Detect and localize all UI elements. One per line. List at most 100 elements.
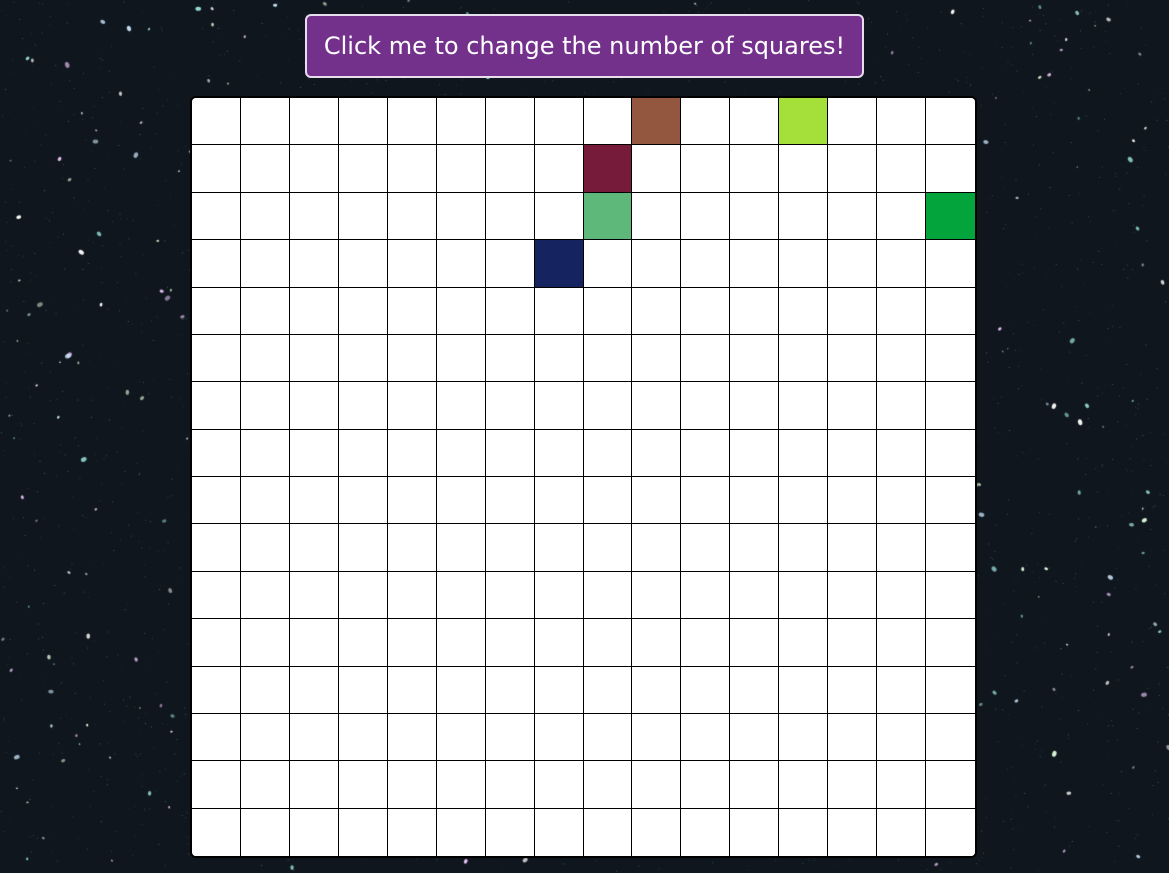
grid-square[interactable]: [534, 619, 584, 667]
grid-square[interactable]: [338, 761, 388, 809]
grid-square[interactable]: [289, 145, 339, 193]
grid-square[interactable]: [436, 808, 486, 856]
grid-square[interactable]: [926, 524, 975, 572]
grid-square[interactable]: [240, 713, 290, 762]
grid-square[interactable]: [583, 477, 633, 525]
grid-square[interactable]: [387, 287, 437, 335]
grid-square[interactable]: [583, 713, 633, 762]
grid-square[interactable]: [828, 666, 878, 714]
grid-square[interactable]: [338, 240, 388, 288]
grid-square[interactable]: [485, 240, 535, 288]
grid-square[interactable]: [779, 334, 829, 383]
grid-square[interactable]: [632, 666, 682, 714]
grid-square[interactable]: [730, 571, 780, 620]
grid-square[interactable]: [338, 98, 388, 146]
grid-square[interactable]: [877, 666, 927, 714]
grid-square[interactable]: [240, 761, 290, 809]
grid-square[interactable]: [240, 666, 290, 714]
grid-square[interactable]: [436, 571, 486, 620]
grid-square[interactable]: [730, 98, 780, 146]
grid-square[interactable]: [926, 477, 975, 525]
grid-square[interactable]: [436, 287, 486, 335]
grid-square[interactable]: [534, 477, 584, 525]
grid-square[interactable]: [632, 145, 682, 193]
grid-square[interactable]: [192, 287, 241, 335]
grid-square[interactable]: [583, 192, 633, 241]
grid-square[interactable]: [779, 192, 829, 241]
grid-square[interactable]: [387, 571, 437, 620]
grid-square[interactable]: [730, 382, 780, 430]
grid-square[interactable]: [485, 619, 535, 667]
grid-square[interactable]: [240, 240, 290, 288]
grid-square[interactable]: [289, 808, 339, 856]
grid-square[interactable]: [436, 477, 486, 525]
grid-square[interactable]: [632, 713, 682, 762]
grid-square[interactable]: [192, 145, 241, 193]
grid-square[interactable]: [730, 334, 780, 383]
grid-square[interactable]: [583, 145, 633, 193]
grid-square[interactable]: [192, 240, 241, 288]
grid-square[interactable]: [877, 145, 927, 193]
grid-square[interactable]: [289, 524, 339, 572]
grid-square[interactable]: [387, 713, 437, 762]
grid-square[interactable]: [779, 429, 829, 477]
grid-square[interactable]: [926, 240, 975, 288]
grid-square[interactable]: [534, 713, 584, 762]
grid-square[interactable]: [730, 240, 780, 288]
grid-square[interactable]: [730, 145, 780, 193]
grid-square[interactable]: [779, 145, 829, 193]
grid-square[interactable]: [779, 713, 829, 762]
grid-square[interactable]: [877, 382, 927, 430]
grid-square[interactable]: [338, 619, 388, 667]
grid-square[interactable]: [240, 524, 290, 572]
grid-square[interactable]: [828, 524, 878, 572]
grid-square[interactable]: [387, 761, 437, 809]
grid-square[interactable]: [681, 382, 731, 430]
grid-square[interactable]: [681, 429, 731, 477]
grid-square[interactable]: [240, 429, 290, 477]
grid-square[interactable]: [240, 334, 290, 383]
grid-square[interactable]: [192, 334, 241, 383]
grid-square[interactable]: [877, 334, 927, 383]
grid-square[interactable]: [681, 287, 731, 335]
grid-square[interactable]: [240, 192, 290, 241]
grid-square[interactable]: [583, 571, 633, 620]
grid-square[interactable]: [877, 98, 927, 146]
grid-square[interactable]: [534, 382, 584, 430]
grid-square[interactable]: [583, 619, 633, 667]
grid-square[interactable]: [338, 713, 388, 762]
grid-square[interactable]: [583, 240, 633, 288]
grid-square[interactable]: [877, 619, 927, 667]
grid-square[interactable]: [877, 524, 927, 572]
grid-square[interactable]: [828, 382, 878, 430]
change-grid-size-button[interactable]: Click me to change the number of squares…: [305, 14, 864, 78]
grid-square[interactable]: [828, 98, 878, 146]
grid-square[interactable]: [583, 382, 633, 430]
grid-square[interactable]: [436, 429, 486, 477]
grid-square[interactable]: [534, 666, 584, 714]
grid-square[interactable]: [436, 334, 486, 383]
grid-square[interactable]: [485, 761, 535, 809]
grid-square[interactable]: [192, 477, 241, 525]
grid-square[interactable]: [192, 192, 241, 241]
grid-square[interactable]: [240, 571, 290, 620]
grid-square[interactable]: [485, 571, 535, 620]
grid-square[interactable]: [289, 713, 339, 762]
grid-square[interactable]: [338, 571, 388, 620]
grid-square[interactable]: [730, 287, 780, 335]
grid-square[interactable]: [534, 240, 584, 288]
grid-square[interactable]: [779, 98, 829, 146]
grid-square[interactable]: [192, 382, 241, 430]
grid-square[interactable]: [436, 524, 486, 572]
grid-square[interactable]: [192, 619, 241, 667]
grid-square[interactable]: [926, 761, 975, 809]
grid-square[interactable]: [681, 619, 731, 667]
grid-square[interactable]: [828, 571, 878, 620]
grid-square[interactable]: [779, 240, 829, 288]
grid-square[interactable]: [779, 808, 829, 856]
grid-square[interactable]: [289, 287, 339, 335]
grid-square[interactable]: [289, 429, 339, 477]
grid-square[interactable]: [681, 334, 731, 383]
grid-square[interactable]: [877, 240, 927, 288]
grid-square[interactable]: [534, 808, 584, 856]
